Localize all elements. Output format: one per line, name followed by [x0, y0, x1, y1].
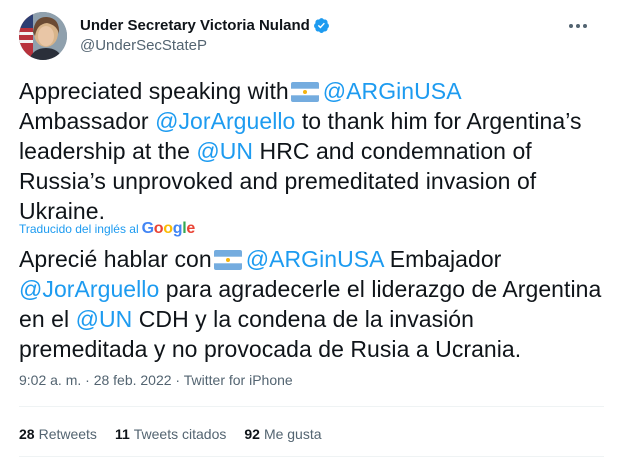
mention-link[interactable]: @UN	[196, 138, 253, 164]
text-segment: Embajador	[389, 246, 502, 272]
tweet-text-translation: Aprecié hablar con @ARGinUSA Embajador @J…	[19, 244, 609, 364]
text-line: Aprecié hablar con @ARGinUSA Embajador	[19, 244, 609, 274]
avatar[interactable]	[19, 12, 67, 60]
mention-link[interactable]: @ARGinUSA	[323, 78, 462, 104]
mention-link[interactable]: @JorArguello	[155, 108, 295, 134]
translated-by-link[interactable]: Traducido del inglés al Google	[19, 220, 195, 238]
text-segment: leadership at the	[19, 138, 190, 164]
text-line: en el @UN CDH y la condena de la invasió…	[19, 304, 609, 334]
source-link[interactable]: Twitter for iPhone	[184, 372, 293, 388]
mention-link[interactable]: @ARGinUSA	[246, 246, 384, 272]
author-name-row: Under Secretary Victoria Nuland	[80, 15, 330, 35]
author-name[interactable]: Under Secretary Victoria Nuland	[80, 17, 310, 34]
avatar-image	[19, 12, 67, 60]
argentina-flag-icon	[213, 250, 242, 270]
tweet-meta: 9:02 a. m. · 28 feb. 2022 · Twitter for …	[19, 372, 293, 388]
more-options-icon[interactable]	[566, 14, 590, 38]
divider	[19, 456, 604, 457]
text-segment: para agradecerle el liderazgo de Argenti…	[165, 276, 602, 302]
likes-count: 92	[244, 426, 260, 442]
translated-by-label: Traducido del inglés al	[19, 222, 139, 236]
text-segment: Ambassador	[19, 108, 149, 134]
retweets-label: Retweets	[38, 426, 97, 442]
tweet-stats: 28 Retweets 11 Tweets citados 92 Me gusta	[19, 426, 340, 442]
text-segment: en el	[19, 306, 70, 332]
author-handle[interactable]: @UnderSecStateP	[80, 37, 330, 54]
google-logo: Google	[141, 220, 196, 237]
text-line: leadership at the @UN HRC and condemnati…	[19, 136, 609, 166]
text-segment: HRC and condemnation of	[259, 138, 532, 164]
author-block: Under Secretary Victoria Nuland @UnderSe…	[80, 15, 330, 54]
mention-link[interactable]: @UN	[76, 306, 133, 332]
retweets-stat[interactable]: 28 Retweets	[19, 426, 97, 442]
tweet-card: Under Secretary Victoria Nuland @UnderSe…	[0, 0, 623, 460]
retweets-count: 28	[19, 426, 35, 442]
quote-tweets-label: Tweets citados	[133, 426, 227, 442]
likes-stat[interactable]: 92 Me gusta	[244, 426, 321, 442]
quote-tweets-stat[interactable]: 11 Tweets citados	[115, 426, 226, 442]
text-line: premeditada y no provocada de Rusia a Uc…	[19, 336, 522, 362]
argentina-flag-icon	[290, 82, 319, 102]
text-line: @JorArguello para agradecerle el lideraz…	[19, 274, 609, 304]
timestamp-link[interactable]: 9:02 a. m. · 28 feb. 2022 ·	[19, 372, 180, 388]
text-line: Appreciated speaking with @ARGinUSA	[19, 76, 609, 106]
text-segment: Aprecié hablar con	[19, 246, 212, 272]
divider	[19, 406, 604, 407]
tweet-text-original: Appreciated speaking with @ARGinUSA Ambas…	[19, 76, 609, 226]
text-segment: CDH y la condena de la invasión	[138, 306, 474, 332]
likes-label: Me gusta	[263, 426, 322, 442]
verified-badge-icon	[313, 17, 329, 33]
text-segment: Appreciated speaking with	[19, 78, 289, 104]
text-line: Ambassador @JorArguello to thank him for…	[19, 106, 609, 136]
mention-link[interactable]: @JorArguello	[19, 276, 159, 302]
text-line: Russia’s unprovoked and premeditated inv…	[19, 168, 537, 194]
quote-tweets-count: 11	[114, 426, 130, 442]
text-segment: to thank him for Argentina’s	[301, 108, 582, 134]
